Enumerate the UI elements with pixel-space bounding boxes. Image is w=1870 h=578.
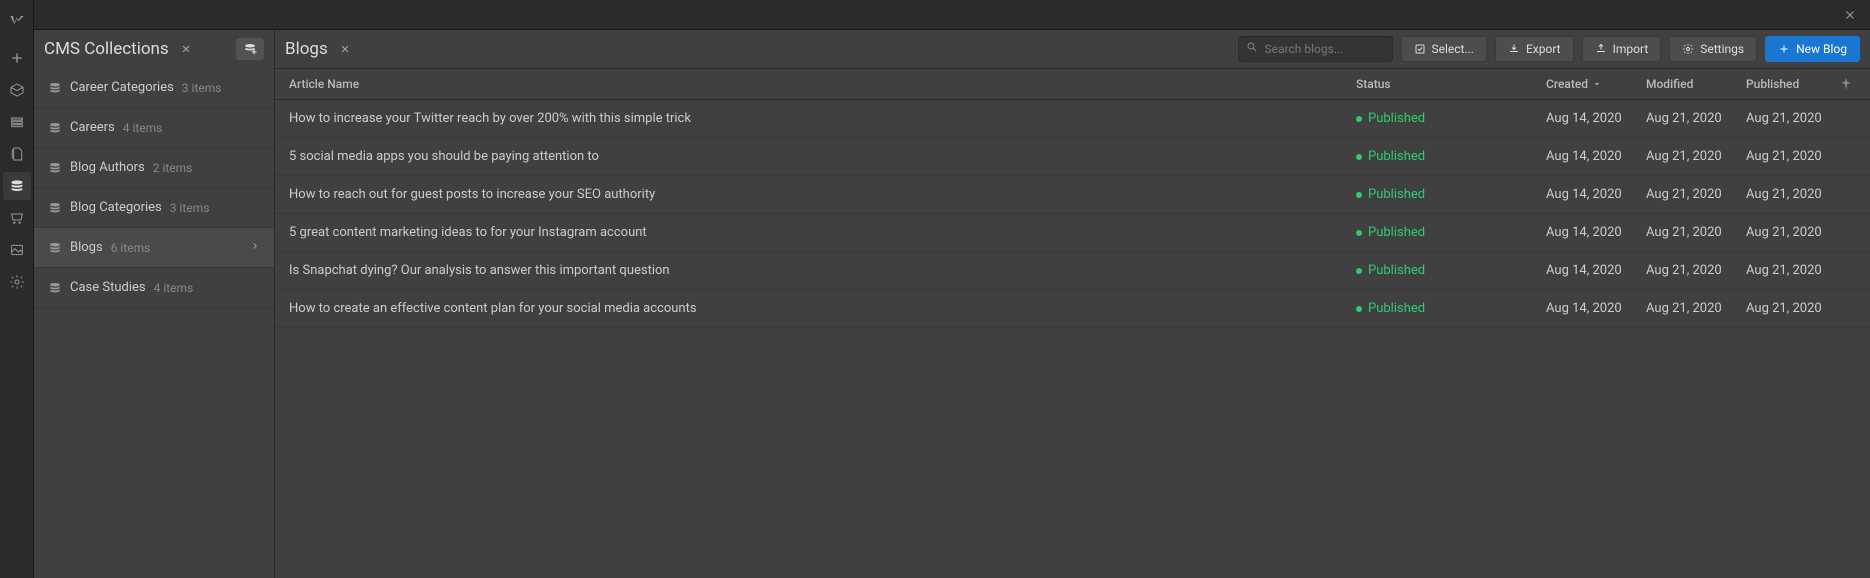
cell-published: Aug 21, 2020 xyxy=(1746,225,1836,240)
status-dot-icon xyxy=(1356,154,1362,160)
collection-count: 4 items xyxy=(123,121,163,135)
settings-button[interactable]: Settings xyxy=(1669,36,1757,62)
collection-item[interactable]: Case Studies 4 items xyxy=(34,268,274,308)
collection-name: Blog Authors xyxy=(70,160,145,175)
export-button[interactable]: Export xyxy=(1495,36,1574,62)
pin-icon[interactable] xyxy=(1836,77,1856,91)
new-blog-button[interactable]: New Blog xyxy=(1765,36,1860,62)
status-dot-icon xyxy=(1356,268,1362,274)
table-row[interactable]: How to create an effective content plan … xyxy=(275,290,1870,328)
cell-name: How to reach out for guest posts to incr… xyxy=(289,187,1356,202)
collections-header: CMS Collections xyxy=(34,30,274,68)
cell-name: Is Snapchat dying? Our analysis to answe… xyxy=(289,263,1356,278)
collection-name: Career Categories xyxy=(70,80,174,95)
search-icon xyxy=(1246,41,1258,57)
cell-modified: Aug 21, 2020 xyxy=(1646,225,1746,240)
box-icon[interactable] xyxy=(3,76,31,104)
sort-desc-icon xyxy=(1592,79,1602,89)
cell-created: Aug 14, 2020 xyxy=(1546,111,1646,126)
collection-count: 6 items xyxy=(111,241,151,255)
table-header: Article Name Status Created Modified Pub… xyxy=(275,68,1870,100)
webflow-logo-icon[interactable] xyxy=(3,6,31,34)
select-button[interactable]: Select... xyxy=(1401,36,1487,62)
collection-name: Case Studies xyxy=(70,280,146,295)
table-row[interactable]: Is Snapchat dying? Our analysis to answe… xyxy=(275,252,1870,290)
cell-published: Aug 21, 2020 xyxy=(1746,111,1836,126)
close-icon[interactable] xyxy=(1840,5,1860,25)
cell-published: Aug 21, 2020 xyxy=(1746,301,1836,316)
collections-title: CMS Collections xyxy=(44,39,169,59)
cell-created: Aug 14, 2020 xyxy=(1546,149,1646,164)
cell-status: Published xyxy=(1356,149,1546,164)
cell-name: 5 great content marketing ideas to for y… xyxy=(289,225,1356,240)
ecommerce-icon[interactable] xyxy=(3,204,31,232)
cell-modified: Aug 21, 2020 xyxy=(1646,187,1746,202)
collection-item[interactable]: Careers 4 items xyxy=(34,108,274,148)
topbar xyxy=(34,0,1870,30)
collection-name: Blog Categories xyxy=(70,200,162,215)
close-detail-icon[interactable] xyxy=(336,40,354,58)
cms-icon[interactable] xyxy=(3,172,31,200)
collection-item[interactable]: Blogs 6 items xyxy=(34,228,274,268)
collection-list: Career Categories 3 items Careers 4 items Bl… xyxy=(34,68,274,578)
cell-modified: Aug 21, 2020 xyxy=(1646,301,1746,316)
column-status[interactable]: Status xyxy=(1356,77,1546,91)
collection-name: Blogs xyxy=(70,240,103,255)
status-dot-icon xyxy=(1356,116,1362,122)
cell-created: Aug 14, 2020 xyxy=(1546,187,1646,202)
table-row[interactable]: How to increase your Twitter reach by ov… xyxy=(275,100,1870,138)
layers-icon[interactable] xyxy=(3,108,31,136)
icon-rail xyxy=(0,0,34,578)
collection-count: 2 items xyxy=(153,161,193,175)
assets-icon[interactable] xyxy=(3,236,31,264)
cell-name: 5 social media apps you should be paying… xyxy=(289,149,1356,164)
column-modified[interactable]: Modified xyxy=(1646,77,1746,91)
collection-name: Careers xyxy=(70,120,115,135)
status-dot-icon xyxy=(1356,230,1362,236)
cell-status: Published xyxy=(1356,301,1546,316)
cell-modified: Aug 21, 2020 xyxy=(1646,263,1746,278)
column-created[interactable]: Created xyxy=(1546,77,1646,91)
table-row[interactable]: 5 great content marketing ideas to for y… xyxy=(275,214,1870,252)
table-row[interactable]: 5 social media apps you should be paying… xyxy=(275,138,1870,176)
add-collection-button[interactable] xyxy=(236,38,264,60)
cell-name: How to create an effective content plan … xyxy=(289,301,1356,316)
cell-modified: Aug 21, 2020 xyxy=(1646,149,1746,164)
collection-item[interactable]: Blog Authors 2 items xyxy=(34,148,274,188)
detail-header: Blogs Select... Export Import Settings N… xyxy=(275,30,1870,68)
status-dot-icon xyxy=(1356,192,1362,198)
cell-modified: Aug 21, 2020 xyxy=(1646,111,1746,126)
cell-created: Aug 14, 2020 xyxy=(1546,301,1646,316)
cell-published: Aug 21, 2020 xyxy=(1746,263,1836,278)
close-collections-icon[interactable] xyxy=(177,40,195,58)
cell-published: Aug 21, 2020 xyxy=(1746,149,1836,164)
collection-count: 3 items xyxy=(170,201,210,215)
cell-name: How to increase your Twitter reach by ov… xyxy=(289,111,1356,126)
column-article-name[interactable]: Article Name xyxy=(289,77,1356,91)
collection-item[interactable]: Career Categories 3 items xyxy=(34,68,274,108)
settings-icon[interactable] xyxy=(3,268,31,296)
table-row[interactable]: How to reach out for guest posts to incr… xyxy=(275,176,1870,214)
cell-status: Published xyxy=(1356,187,1546,202)
cell-published: Aug 21, 2020 xyxy=(1746,187,1836,202)
add-icon[interactable] xyxy=(3,44,31,72)
column-published[interactable]: Published xyxy=(1746,77,1836,91)
cell-created: Aug 14, 2020 xyxy=(1546,225,1646,240)
collections-panel: CMS Collections Career Categories 3 items… xyxy=(34,30,275,578)
cell-status: Published xyxy=(1356,225,1546,240)
cell-status: Published xyxy=(1356,263,1546,278)
import-button[interactable]: Import xyxy=(1582,36,1662,62)
chevron-right-icon xyxy=(250,240,260,255)
cell-created: Aug 14, 2020 xyxy=(1546,263,1646,278)
table-body: How to increase your Twitter reach by ov… xyxy=(275,100,1870,578)
cell-status: Published xyxy=(1356,111,1546,126)
collection-count: 3 items xyxy=(182,81,222,95)
detail-title: Blogs xyxy=(285,39,328,59)
status-dot-icon xyxy=(1356,306,1362,312)
collection-item[interactable]: Blog Categories 3 items xyxy=(34,188,274,228)
collection-count: 4 items xyxy=(154,281,194,295)
search-input[interactable] xyxy=(1238,36,1393,62)
pages-icon[interactable] xyxy=(3,140,31,168)
detail-panel: Blogs Select... Export Import Settings N… xyxy=(275,30,1870,578)
